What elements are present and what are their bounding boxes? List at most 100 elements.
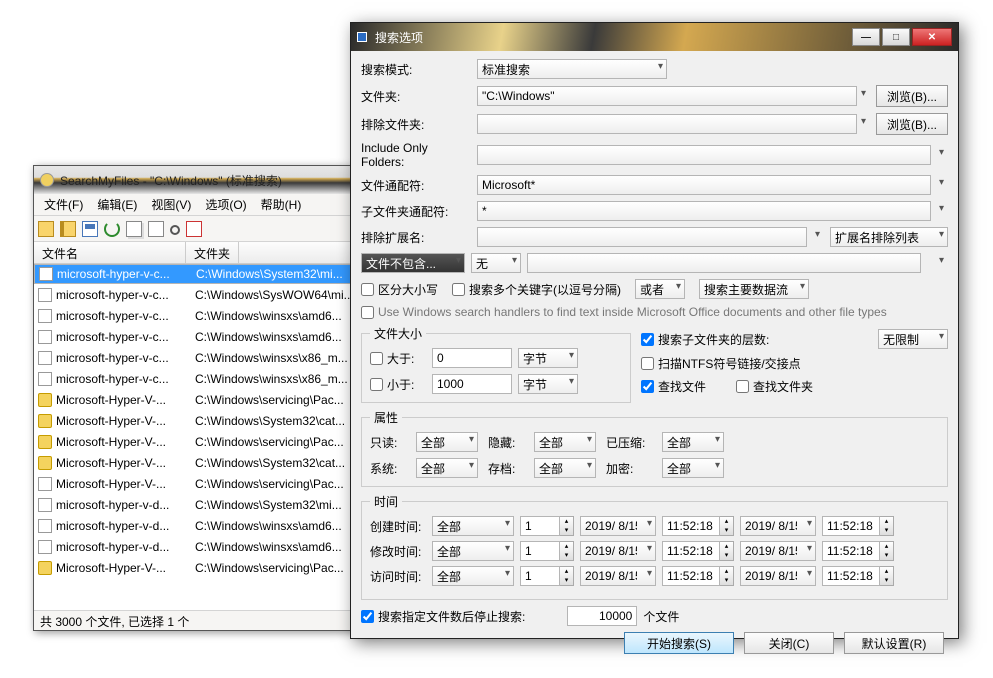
find-icon[interactable] (170, 225, 180, 235)
modified-count-input[interactable] (520, 541, 560, 561)
multi-keyword-checkbox[interactable]: 搜索多个关键字(以逗号分隔) (452, 281, 621, 298)
encrypted-select[interactable] (662, 458, 724, 478)
search-mode-select[interactable] (477, 59, 667, 79)
refresh-icon[interactable] (104, 221, 120, 237)
compressed-select[interactable] (662, 432, 724, 452)
spinner-icon[interactable]: ▴▾ (560, 516, 574, 536)
main-stream-select[interactable] (699, 279, 809, 299)
table-row[interactable]: Microsoft-Hyper-V-...C:\Windows\servicin… (34, 557, 377, 578)
table-row[interactable]: microsoft-hyper-v-c...C:\Windows\winsxs\… (34, 326, 377, 347)
spinner-icon[interactable]: ▴▾ (880, 516, 894, 536)
sub-levels-checkbox[interactable]: 搜索子文件夹的层数: (641, 331, 769, 348)
spinner-icon[interactable]: ▴▾ (720, 541, 734, 561)
include-only-input[interactable] (477, 145, 931, 165)
modified-time-to[interactable] (822, 541, 880, 561)
menu-help[interactable]: 帮助(H) (255, 194, 308, 215)
modified-date-from[interactable] (580, 541, 656, 561)
spinner-icon[interactable]: ▴▾ (880, 541, 894, 561)
dialog-titlebar[interactable]: 搜索选项 — □ ✕ (351, 23, 958, 51)
hidden-select[interactable] (534, 432, 596, 452)
table-row[interactable]: Microsoft-Hyper-V-...C:\Windows\servicin… (34, 431, 377, 452)
exclude-ext-input[interactable] (477, 227, 807, 247)
accessed-time-from[interactable] (662, 566, 720, 586)
spinner-icon[interactable]: ▴▾ (720, 566, 734, 586)
minimize-button[interactable]: — (852, 28, 880, 46)
sub-levels-select[interactable] (878, 329, 948, 349)
table-row[interactable]: microsoft-hyper-v-c...C:\Windows\winsxs\… (34, 305, 377, 326)
browse-folder-button[interactable]: 浏览(B)... (876, 85, 948, 107)
gt-unit-select[interactable] (518, 348, 578, 368)
modified-mode-select[interactable] (432, 541, 514, 561)
table-row[interactable]: microsoft-hyper-v-c...C:\Windows\System3… (34, 264, 377, 284)
use-windows-handlers-checkbox[interactable]: Use Windows search handlers to find text… (361, 305, 887, 319)
new-search-icon[interactable] (38, 221, 54, 237)
lt-unit-select[interactable] (518, 374, 578, 394)
table-row[interactable]: Microsoft-Hyper-V-...C:\Windows\System32… (34, 410, 377, 431)
table-row[interactable]: Microsoft-Hyper-V-...C:\Windows\System32… (34, 452, 377, 473)
readonly-select[interactable] (416, 432, 478, 452)
exit-icon[interactable] (186, 221, 202, 237)
copy-icon[interactable] (126, 221, 142, 237)
menu-options[interactable]: 选项(O) (199, 194, 252, 215)
open-icon[interactable] (60, 221, 76, 237)
accessed-count-input[interactable] (520, 566, 560, 586)
stop-count-input[interactable] (567, 606, 637, 626)
folder-input[interactable] (477, 86, 857, 106)
stop-after-checkbox[interactable]: 搜索指定文件数后停止搜索: (361, 608, 525, 625)
col-filename[interactable]: 文件名 (34, 242, 186, 263)
spinner-icon[interactable]: ▴▾ (560, 541, 574, 561)
created-count-input[interactable] (520, 516, 560, 536)
case-sensitive-checkbox[interactable]: 区分大小写 (361, 281, 438, 298)
file-list[interactable]: microsoft-hyper-v-c...C:\Windows\System3… (34, 264, 377, 610)
created-mode-select[interactable] (432, 516, 514, 536)
table-row[interactable]: microsoft-hyper-v-c...C:\Windows\winsxs\… (34, 368, 377, 389)
table-row[interactable]: microsoft-hyper-v-c...C:\Windows\SysWOW6… (34, 284, 377, 305)
text-search-input[interactable] (527, 253, 921, 273)
not-contain-select[interactable] (361, 253, 465, 273)
menu-file[interactable]: 文件(F) (38, 194, 89, 215)
none-select[interactable] (471, 253, 521, 273)
accessed-time-to[interactable] (822, 566, 880, 586)
find-files-checkbox[interactable]: 查找文件 (641, 378, 706, 395)
created-date-to[interactable] (740, 516, 816, 536)
gt-checkbox[interactable]: 大于: (370, 350, 426, 367)
maximize-button[interactable]: □ (882, 28, 910, 46)
ext-exclude-list-select[interactable] (830, 227, 948, 247)
ntfs-checkbox[interactable]: 扫描NTFS符号链接/交接点 (641, 355, 801, 372)
start-search-button[interactable]: 开始搜索(S) (624, 632, 734, 654)
table-row[interactable]: microsoft-hyper-v-c...C:\Windows\winsxs\… (34, 347, 377, 368)
main-titlebar[interactable]: SearchMyFiles - "C:\Windows" (标准搜索) (34, 166, 377, 194)
exclude-folder-input[interactable] (477, 114, 857, 134)
sub-wildcard-input[interactable] (477, 201, 931, 221)
defaults-button[interactable]: 默认设置(R) (844, 632, 944, 654)
accessed-date-from[interactable] (580, 566, 656, 586)
spinner-icon[interactable]: ▴▾ (560, 566, 574, 586)
spinner-icon[interactable]: ▴▾ (880, 566, 894, 586)
close-dialog-button[interactable]: 关闭(C) (744, 632, 834, 654)
table-row[interactable]: microsoft-hyper-v-d...C:\Windows\winsxs\… (34, 515, 377, 536)
or-select[interactable] (635, 279, 685, 299)
wildcard-input[interactable] (477, 175, 931, 195)
modified-date-to[interactable] (740, 541, 816, 561)
menu-view[interactable]: 视图(V) (145, 194, 197, 215)
find-folders-checkbox[interactable]: 查找文件夹 (736, 378, 813, 395)
col-folder[interactable]: 文件夹 (186, 242, 239, 263)
table-row[interactable]: microsoft-hyper-v-d...C:\Windows\winsxs\… (34, 536, 377, 557)
menu-edit[interactable]: 编辑(E) (91, 194, 143, 215)
archive-select[interactable] (534, 458, 596, 478)
gt-input[interactable] (432, 348, 512, 368)
table-row[interactable]: Microsoft-Hyper-V-...C:\Windows\servicin… (34, 473, 377, 494)
accessed-date-to[interactable] (740, 566, 816, 586)
browse-exclude-button[interactable]: 浏览(B)... (876, 113, 948, 135)
created-time-to[interactable] (822, 516, 880, 536)
created-time-from[interactable] (662, 516, 720, 536)
table-row[interactable]: Microsoft-Hyper-V-...C:\Windows\servicin… (34, 389, 377, 410)
modified-time-from[interactable] (662, 541, 720, 561)
lt-checkbox[interactable]: 小于: (370, 376, 426, 393)
table-row[interactable]: microsoft-hyper-v-d...C:\Windows\System3… (34, 494, 377, 515)
close-button[interactable]: ✕ (912, 28, 952, 46)
system-select[interactable] (416, 458, 478, 478)
properties-icon[interactable] (148, 221, 164, 237)
save-icon[interactable] (82, 221, 98, 237)
created-date-from[interactable] (580, 516, 656, 536)
